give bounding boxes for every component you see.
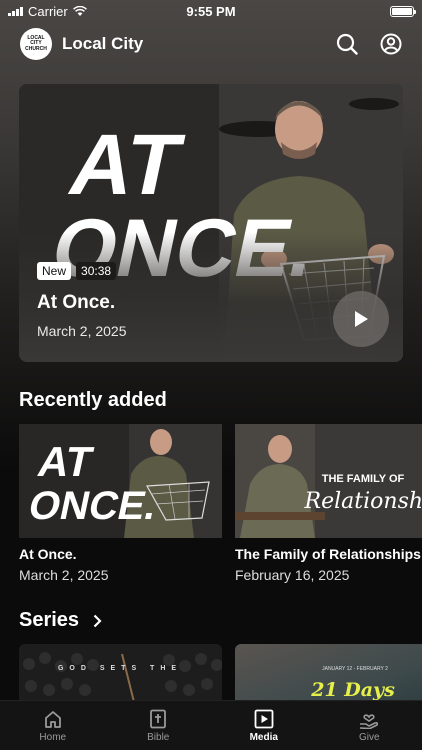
featured-title: At Once. xyxy=(37,292,116,313)
recent-item-date: February 16, 2025 xyxy=(235,567,350,583)
recent-item-date: March 2, 2025 xyxy=(19,567,109,583)
duration-badge: 30:38 xyxy=(76,262,117,280)
series-item-art-subtitle: JANUARY 12 - FEBRUARY 2 xyxy=(322,666,388,672)
media-icon xyxy=(254,709,274,729)
signal-icon xyxy=(8,6,23,16)
wifi-icon xyxy=(72,6,87,16)
series-carousel[interactable]: GOD SETS THE JANUARY 12 - FEBRUARY 2 21 … xyxy=(19,644,422,700)
series-item[interactable]: JANUARY 12 - FEBRUARY 2 21 Days xyxy=(235,644,422,700)
recent-item-art-line1: AT xyxy=(34,438,97,484)
bible-icon xyxy=(150,709,167,729)
status-bar: Carrier 9:55 PM xyxy=(0,0,422,22)
new-badge: New xyxy=(37,262,72,280)
recent-item-thumbnail: THE FAMILY OF Relationships xyxy=(235,424,422,538)
profile-icon[interactable] xyxy=(380,33,402,55)
tab-give[interactable]: Give xyxy=(317,701,422,750)
series-item-art-text: 21 Days xyxy=(310,679,395,700)
app-title: Local City xyxy=(62,34,144,53)
give-icon xyxy=(360,714,379,729)
play-button[interactable] xyxy=(333,291,389,347)
series-heading[interactable]: Series xyxy=(19,609,102,632)
status-time: 9:55 PM xyxy=(186,3,236,19)
recently-added-carousel[interactable]: AT ONCE. At Once. March 2, 2025 THE FAMI… xyxy=(19,424,422,584)
series-item-artwork: GOD SETS THE xyxy=(19,644,222,700)
recent-item[interactable]: AT ONCE. At Once. March 2, 2025 xyxy=(19,424,222,583)
recent-item-art-line1: THE FAMILY OF xyxy=(322,473,405,485)
recent-item-title: The Family of Relationships xyxy=(235,546,421,562)
recently-added-heading: Recently added xyxy=(19,389,167,411)
recent-item-art-line2: ONCE. xyxy=(25,482,161,527)
app-header: LOCAL CITY CHURCH Local City xyxy=(0,26,422,62)
featured-date: March 2, 2025 xyxy=(37,323,127,339)
tab-bible[interactable]: Bible xyxy=(106,701,212,750)
play-icon xyxy=(355,311,368,327)
series-item-artwork: JANUARY 12 - FEBRUARY 2 21 Days xyxy=(235,644,422,700)
recent-item-thumbnail: AT ONCE. xyxy=(19,424,222,538)
church-logo[interactable]: LOCAL CITY CHURCH xyxy=(20,28,52,60)
recent-item[interactable]: THE FAMILY OF Relationships The Family o… xyxy=(235,424,422,583)
featured-sermon-card[interactable]: AT ONCE. New 30:38 At Once. March 2, 202… xyxy=(19,84,403,362)
battery-icon xyxy=(390,5,416,17)
series-item[interactable]: GOD SETS THE xyxy=(19,644,222,700)
series-item-art-text: GOD SETS THE xyxy=(58,665,182,672)
tab-home[interactable]: Home xyxy=(0,701,106,750)
chevron-right-icon xyxy=(93,614,102,627)
carrier-label: Carrier xyxy=(28,3,68,19)
tab-media[interactable]: Media xyxy=(211,701,317,750)
recent-item-art-line2: Relationships xyxy=(304,489,422,514)
search-icon[interactable] xyxy=(336,33,358,55)
hero-art-title-line1: AT xyxy=(62,117,191,213)
recent-item-title: At Once. xyxy=(19,546,77,562)
home-icon xyxy=(44,711,61,728)
tab-bar: Home Bible Media Give xyxy=(0,700,422,750)
